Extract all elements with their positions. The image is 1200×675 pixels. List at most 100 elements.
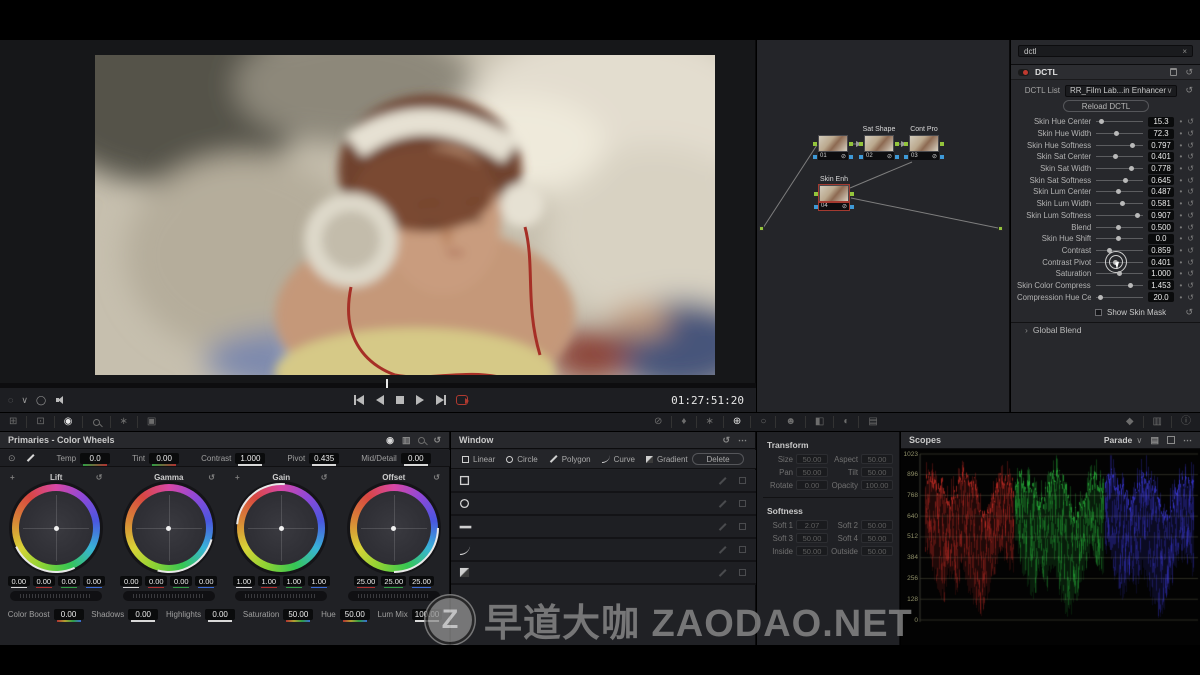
slider-value[interactable]: 0.581 [1148,199,1175,209]
keyframe-icon[interactable]: • [1179,152,1182,161]
offset-b[interactable]: 25.00 [409,576,434,586]
more-icon[interactable]: ⋯ [1183,435,1192,446]
slider-value[interactable]: 0.401 [1148,152,1175,162]
slider-handle[interactable] [1130,143,1135,148]
slider-track[interactable] [1096,203,1142,204]
viewer-mode-chevron[interactable]: ∨ [21,395,28,406]
reset-icon[interactable]: ↺ [1187,141,1194,150]
temp-control[interactable]: Temp0.0 [57,453,111,464]
keyframe-icon[interactable]: • [1179,281,1182,290]
stop-button[interactable] [396,396,404,404]
reset-icon[interactable]: ↺ [1187,187,1194,196]
slider-track[interactable] [1096,227,1142,228]
dctl-slider-blend[interactable]: Blend0.500•↺ [1011,221,1200,233]
lift-wheel[interactable] [12,484,100,572]
soft4-field[interactable]: Soft 450.00 [828,533,893,543]
auto-balance-icon[interactable]: ⊙ [8,453,16,464]
lift-r[interactable]: 0.00 [33,576,55,586]
loop-button[interactable] [456,395,468,405]
reset-icon[interactable]: ↺ [1187,129,1194,138]
source-io-square[interactable] [759,226,764,231]
image-wipe-icon[interactable]: ◐ [843,413,849,431]
ab-wipe-icon[interactable]: ◧ [815,413,824,431]
plugin-search-input[interactable]: dctl × [1018,45,1193,57]
gamma-b[interactable]: 0.00 [195,576,217,586]
video-preview[interactable] [95,55,715,375]
keyframe-icon[interactable]: • [1179,164,1182,173]
lift-g[interactable]: 0.00 [58,576,80,586]
keyframe-icon[interactable]: • [1179,211,1182,220]
trash-icon[interactable] [1170,68,1177,76]
dctl-slider-contrast[interactable]: Contrast0.859•↺ [1011,245,1200,257]
dctl-slider-skin-hue-shift[interactable]: Skin Hue Shift0.0•↺ [1011,233,1200,245]
slider-handle[interactable] [1128,283,1133,288]
gain-master-wheel[interactable] [235,591,327,601]
reset-icon[interactable]: ↺ [321,473,328,482]
gain-b[interactable]: 1.00 [308,576,330,586]
face-mask-icon[interactable]: ☻ [785,413,796,431]
gain-g[interactable]: 1.00 [283,576,305,586]
keyframe-icon[interactable]: • [1179,234,1182,243]
slider-value[interactable]: 15.3 [1148,117,1175,127]
node-bypass-icon[interactable]: ⊘ [887,153,892,160]
reset-icon[interactable]: ↺ [1187,211,1194,220]
outside-field[interactable]: Outside50.00 [828,546,893,556]
pivot-control[interactable]: Pivot0.435 [287,453,339,464]
node-01[interactable]: 01⊘ [818,135,848,160]
window-row-curve[interactable] [451,539,756,562]
dctl-slider-skin-color-compression[interactable]: Skin Color Compression1.453•↺ [1011,280,1200,292]
dctl-slider-compression-hue-center[interactable]: Compression Hue Center20.0•↺ [1011,291,1200,303]
slider-track[interactable] [1096,215,1142,216]
grab-still-icon[interactable]: ⊞ [9,413,17,431]
shadows-control[interactable]: Shadows0.00 [91,609,158,620]
eyedropper-icon[interactable]: ⊘ [654,413,662,431]
gamma-master-wheel[interactable] [123,591,215,601]
saturation-control[interactable]: Saturation50.00 [243,609,313,620]
slider-value[interactable]: 0.487 [1148,187,1175,197]
rotate-field[interactable]: Rotate0.00 [763,480,828,490]
play-button[interactable] [416,395,424,405]
keyframe-icon[interactable]: • [1179,141,1182,150]
reset-icon[interactable]: ↺ [1187,199,1194,208]
wand-icon[interactable]: ∗ [120,413,128,431]
plugin-enable-toggle[interactable] [1018,69,1029,76]
slider-track[interactable] [1096,133,1142,134]
node-bypass-icon[interactable]: ⊘ [932,153,937,160]
slider-track[interactable] [1096,145,1142,146]
lift-master-wheel[interactable] [10,591,102,601]
more-icon[interactable]: ⋯ [738,435,747,446]
picker-icon[interactable] [26,454,33,461]
delete-window-button[interactable]: Delete [692,453,744,465]
keyframe-icon[interactable]: • [1179,199,1182,208]
reset-icon[interactable]: ↺ [1185,67,1193,78]
soft2-field[interactable]: Soft 250.00 [828,520,893,530]
dctl-list-dropdown[interactable]: RR_Film Lab...in Enhancer ∨ [1065,85,1177,97]
slider-track[interactable] [1096,297,1142,298]
slider-value[interactable]: 0.401 [1148,257,1175,267]
gamma-g[interactable]: 0.00 [170,576,192,586]
slider-value[interactable]: 0.797 [1148,140,1175,150]
reset-icon[interactable]: ↺ [1187,176,1194,185]
dctl-slider-contrast-pivot[interactable]: Contrast Pivot0.401•↺ [1011,256,1200,268]
curve-window-tool[interactable]: Curve [602,455,635,464]
scope-mode-dropdown[interactable]: Parade ∨ [1104,435,1143,446]
reset-icon[interactable]: ↺ [1187,164,1194,173]
highlight-icon[interactable]: ◉ [64,413,73,431]
denoise-icon[interactable]: ♦ [681,413,686,431]
node-04-selected[interactable]: Skin Enh 04⊘ [819,185,849,210]
slider-value[interactable]: 0.500 [1148,222,1175,232]
offset-wheel[interactable] [350,484,438,572]
aspect-field[interactable]: Aspect50.00 [828,454,893,464]
sizing-icon[interactable]: ⊡ [36,413,44,431]
keyframe-icon[interactable]: • [1179,269,1182,278]
soft1-field[interactable]: Soft 12.07 [763,520,828,530]
node-bypass-icon[interactable]: ⊘ [842,203,847,210]
node-03[interactable]: Cont Pro 03⊘ [909,135,939,160]
linear-window-tool[interactable]: Linear [462,455,495,464]
dctl-slider-skin-sat-width[interactable]: Skin Sat Width0.778•↺ [1011,163,1200,175]
stills-icon[interactable]: ▣ [147,413,156,431]
offset-g[interactable]: 25.00 [381,576,406,586]
window-row-gradient[interactable] [451,562,756,585]
slider-value[interactable]: 0.907 [1148,210,1175,220]
window-row-circle[interactable] [451,493,756,516]
